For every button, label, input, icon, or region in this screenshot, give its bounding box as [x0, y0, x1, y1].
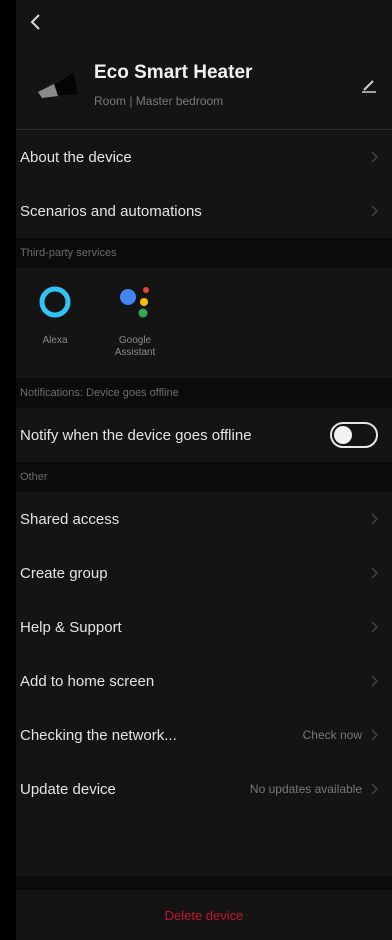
device-name: Eco Smart Heater: [94, 62, 253, 83]
shared-access-label: Shared access: [20, 510, 120, 528]
create-group-row[interactable]: Create group: [16, 546, 392, 600]
check-network-label: Checking the network...: [20, 726, 177, 744]
google-assistant-icon: [120, 287, 149, 318]
about-device-row[interactable]: About the device: [16, 130, 392, 184]
update-device-label: Update device: [20, 780, 116, 798]
delete-device-row: Delete device: [16, 890, 392, 940]
alexa-icon: [39, 286, 71, 318]
edit-pencil-icon[interactable]: [358, 74, 380, 96]
chevron-right-icon: [371, 675, 378, 687]
other-header: Other: [16, 462, 392, 492]
chevron-right-icon: [371, 151, 378, 163]
notifications-header: Notifications: Device goes offline: [16, 378, 392, 408]
check-now-value: Check now: [302, 728, 362, 742]
shared-access-row[interactable]: Shared access: [16, 492, 392, 546]
notify-offline-toggle[interactable]: [330, 422, 378, 448]
help-support-label: Help & Support: [20, 618, 122, 636]
third-party-services: Alexa Google Assistant: [16, 268, 392, 378]
chevron-right-icon: [371, 783, 378, 795]
device-header: Eco Smart Heater Room | Master bedroom: [16, 44, 392, 130]
chevron-right-icon: [371, 621, 378, 633]
chevron-right-icon: [371, 513, 378, 525]
alexa-label: Alexa: [42, 335, 68, 346]
scenarios-row[interactable]: Scenarios and automations: [16, 184, 392, 238]
device-room: Room | Master bedroom: [94, 94, 224, 108]
delete-device-button[interactable]: Delete device: [165, 908, 244, 923]
device-settings-screen: Eco Smart Heater Room | Master bedroom A…: [16, 0, 392, 940]
check-network-row[interactable]: Checking the network... Check now: [16, 708, 392, 762]
help-support-row[interactable]: Help & Support: [16, 600, 392, 654]
chevron-right-icon: [371, 205, 378, 217]
back-arrow-icon[interactable]: [26, 12, 46, 32]
section-divider: [16, 876, 392, 890]
google-assistant-service[interactable]: Google Assistant: [100, 282, 170, 359]
about-device-label: About the device: [20, 148, 132, 166]
alexa-service[interactable]: Alexa: [20, 282, 90, 347]
heater-thumbnail-icon: [38, 72, 78, 98]
add-home-screen-row[interactable]: Add to home screen: [16, 654, 392, 708]
notify-offline-row: Notify when the device goes offline: [16, 408, 392, 462]
chevron-right-icon: [371, 729, 378, 741]
create-group-label: Create group: [20, 564, 108, 582]
add-home-screen-label: Add to home screen: [20, 672, 155, 690]
top-bar: [16, 0, 392, 44]
toggle-knob: [334, 426, 352, 444]
update-device-row[interactable]: Update device No updates available: [16, 762, 392, 816]
third-party-header: Third-party services: [16, 238, 392, 268]
notify-offline-label: Notify when the device goes offline: [20, 426, 252, 444]
chevron-right-icon: [371, 567, 378, 579]
scenarios-label: Scenarios and automations: [20, 202, 202, 220]
google-assistant-label: Google Assistant: [114, 335, 156, 358]
update-status-value: No updates available: [249, 782, 362, 796]
